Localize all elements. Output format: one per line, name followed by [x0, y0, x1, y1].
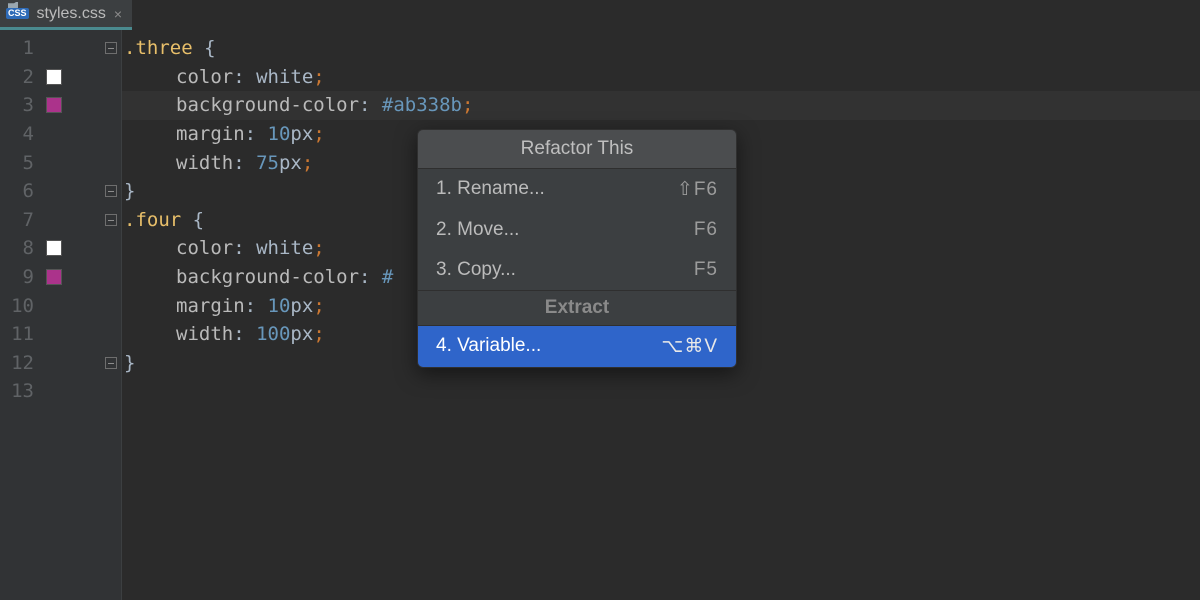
- number-token: 100: [256, 323, 290, 345]
- line-number: 2: [8, 66, 34, 88]
- brace-token: {: [181, 209, 204, 231]
- css-file-icon: CSS: [6, 8, 29, 19]
- brace-token: }: [124, 180, 135, 202]
- fold-toggle-icon[interactable]: [105, 185, 117, 197]
- tab-styles-css[interactable]: CSS styles.css ×: [0, 0, 132, 30]
- color-swatch-icon[interactable]: [46, 269, 62, 285]
- line-number: 3: [8, 94, 34, 116]
- code-line[interactable]: [122, 377, 1200, 406]
- line-number: 8: [8, 237, 34, 259]
- menu-item-copy[interactable]: 3. Copy... F5: [418, 250, 736, 290]
- line-number: 4: [8, 123, 34, 145]
- code-line-current[interactable]: background-color: #ab338b;: [122, 91, 1200, 120]
- menu-item-label: 2. Move...: [436, 219, 519, 241]
- value-token: white: [256, 66, 313, 88]
- property-token: color: [176, 66, 233, 88]
- fold-toggle-icon[interactable]: [105, 42, 117, 54]
- menu-item-move[interactable]: 2. Move... F6: [418, 210, 736, 250]
- fold-toggle-icon[interactable]: [105, 214, 117, 226]
- brace-token: }: [124, 352, 135, 374]
- menu-item-shortcut: ⇧F6: [677, 178, 718, 201]
- menu-item-shortcut: F6: [694, 219, 718, 241]
- color-swatch-icon[interactable]: [46, 240, 62, 256]
- property-token: background-color: [176, 94, 359, 116]
- color-swatch-icon[interactable]: [46, 69, 62, 85]
- line-number: 1: [8, 37, 34, 59]
- line-number: 13: [8, 380, 34, 402]
- line-number: 7: [8, 209, 34, 231]
- selector-token: .three: [124, 37, 193, 59]
- fold-toggle-icon[interactable]: [105, 357, 117, 369]
- property-token: margin: [176, 295, 245, 317]
- code-line[interactable]: color: white;: [122, 63, 1200, 92]
- line-number: 5: [8, 152, 34, 174]
- popup-section-extract: Extract: [418, 290, 736, 326]
- property-token: width: [176, 152, 233, 174]
- line-number: 9: [8, 266, 34, 288]
- number-token: 10: [268, 295, 291, 317]
- color-swatch-icon[interactable]: [46, 97, 62, 113]
- menu-item-label: 1. Rename...: [436, 178, 545, 201]
- popup-title: Refactor This: [418, 130, 736, 169]
- menu-item-shortcut: F5: [694, 259, 718, 281]
- code-line[interactable]: .three {: [122, 34, 1200, 63]
- tab-bar: CSS styles.css ×: [0, 0, 1200, 30]
- tab-filename: styles.css: [37, 5, 106, 23]
- value-token: white: [256, 237, 313, 259]
- gutter: 1 2 3 4 5 6 7 8 9 10 11 12 13: [0, 30, 100, 600]
- refactor-popup: Refactor This 1. Rename... ⇧F6 2. Move..…: [417, 129, 737, 368]
- fold-gutter: [100, 30, 122, 600]
- menu-item-variable[interactable]: 4. Variable... ⌥⌘V: [418, 326, 736, 367]
- value-token: #ab338b: [382, 94, 462, 116]
- number-token: 10: [268, 123, 291, 145]
- value-token: #: [382, 266, 393, 288]
- number-token: 75: [256, 152, 279, 174]
- line-number: 11: [8, 323, 34, 345]
- property-token: color: [176, 237, 233, 259]
- line-number: 12: [8, 352, 34, 374]
- brace-token: {: [193, 37, 216, 59]
- menu-item-shortcut: ⌥⌘V: [661, 335, 718, 358]
- menu-item-label: 3. Copy...: [436, 259, 516, 281]
- selector-token: .four: [124, 209, 181, 231]
- property-token: width: [176, 323, 233, 345]
- property-token: margin: [176, 123, 245, 145]
- line-number: 10: [8, 295, 34, 317]
- menu-item-label: 4. Variable...: [436, 335, 541, 358]
- editor: 1 2 3 4 5 6 7 8 9 10 11 12 13 .three { c…: [0, 30, 1200, 600]
- menu-item-rename[interactable]: 1. Rename... ⇧F6: [418, 169, 736, 210]
- line-number: 6: [8, 180, 34, 202]
- property-token: background-color: [176, 266, 359, 288]
- close-icon[interactable]: ×: [114, 6, 122, 22]
